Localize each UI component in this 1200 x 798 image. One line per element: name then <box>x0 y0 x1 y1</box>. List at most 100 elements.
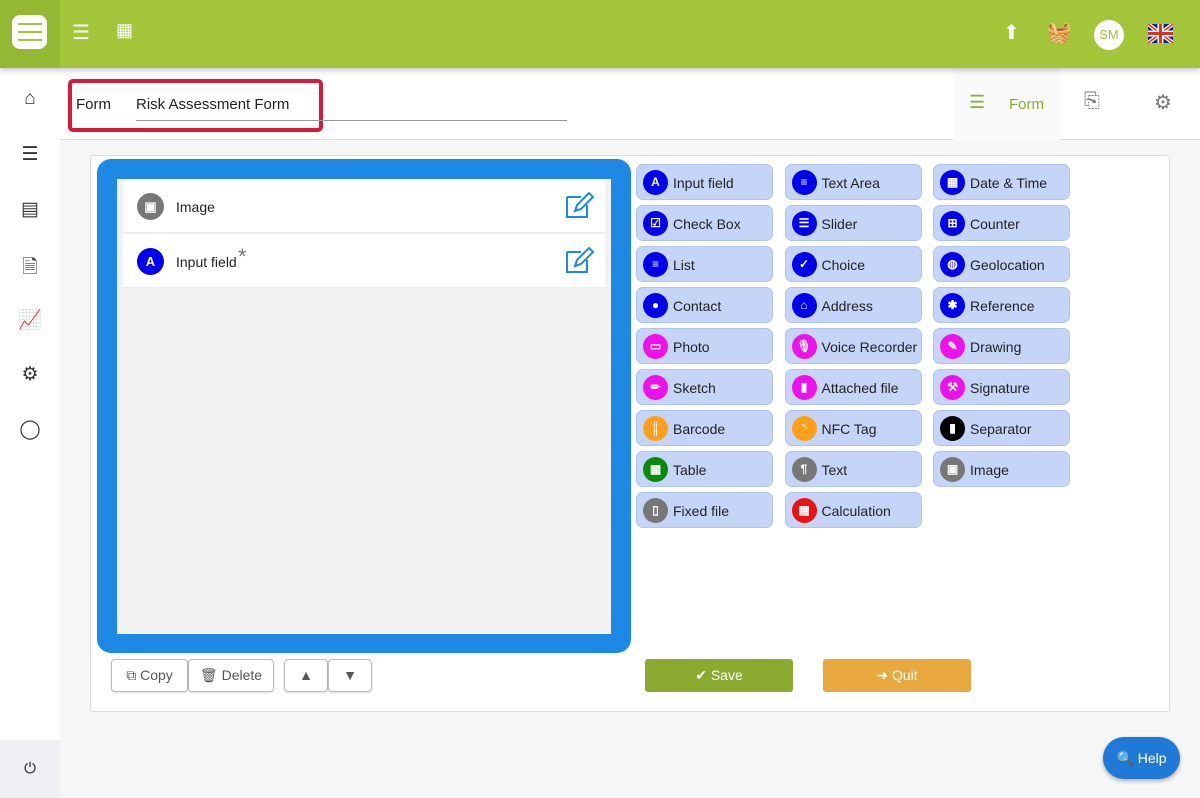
palette-item-image[interactable]: ▣ Image <box>933 451 1070 487</box>
palette-item-drawing[interactable]: ✎ Drawing <box>933 328 1070 364</box>
form-header: Form Risk Assessment Form ☰ Form ⎘ ⚙ <box>60 68 1200 140</box>
form-item-row[interactable]: ▣ Image <box>123 179 605 233</box>
form-items-list[interactable]: ▣ Image A Input field * <box>117 179 611 634</box>
basket-icon[interactable]: 🧺 <box>1047 20 1072 45</box>
home-icon[interactable]: ⌂ <box>18 88 42 112</box>
palette-item-check-box[interactable]: ☑ Check Box <box>636 205 773 241</box>
globe-icon: ◍ <box>940 252 965 277</box>
report-search-icon[interactable]: 🗎 <box>18 253 42 278</box>
palette-item-label: Contact <box>673 298 722 314</box>
delete-button[interactable]: 🗑 Delete <box>188 659 274 692</box>
palette-item-signature[interactable]: ⚒ Signature <box>933 369 1070 405</box>
upload-icon[interactable]: ⬆ <box>1003 20 1020 45</box>
edit-icon[interactable] <box>563 189 595 221</box>
barcode-icon: ║ <box>643 416 668 441</box>
form-label: Form <box>76 96 111 113</box>
palette-item-label: Text Area <box>821 175 880 191</box>
palette-item-counter[interactable]: ⊞ Counter <box>933 205 1070 241</box>
grid-icon[interactable]: ▦ <box>116 20 133 41</box>
edit-icon[interactable] <box>563 244 595 276</box>
paragraph-icon: ¶ <box>791 457 817 482</box>
file-outline-icon: ▯ <box>643 498 668 523</box>
palette-item-choice[interactable]: ✓ Choice <box>784 246 922 282</box>
palette-item-address[interactable]: ⌂ Address <box>784 287 922 323</box>
palette-item-label: Drawing <box>970 339 1022 355</box>
palette-item-label: Attached file <box>821 380 899 396</box>
help-button[interactable]: 🔍 Help <box>1103 737 1180 779</box>
list-icon: ☰ <box>969 92 986 112</box>
check-circle-icon: ✓ <box>791 252 817 277</box>
palette-item-label: Address <box>821 298 873 314</box>
form-item-row[interactable]: A Input field * <box>123 234 605 288</box>
palette-item-label: Photo <box>673 339 710 355</box>
palette-item-label: Fixed file <box>673 503 730 519</box>
check-icon: ✔ <box>695 667 707 683</box>
sliders-icon: ☰ <box>791 211 817 236</box>
table-icon: ▦ <box>643 457 668 482</box>
palette-item-voice-recorder[interactable]: 🎙 Voice Recorder <box>784 328 922 364</box>
palette-item-fixed-file[interactable]: ▯ Fixed file <box>636 492 773 528</box>
palette-item-sketch[interactable]: ✏ Sketch <box>636 369 773 405</box>
form-name-input[interactable]: Risk Assessment Form <box>136 96 567 121</box>
image-icon: ▣ <box>137 193 164 220</box>
palette-item-input-field[interactable]: A Input field <box>636 164 773 200</box>
checkbox-icon: ☑ <box>643 211 668 236</box>
list-icon[interactable]: ▤ <box>18 198 42 222</box>
copy-button[interactable]: ⧉ Copy <box>111 659 188 692</box>
palette-item-nfc-tag[interactable]: ◝ NFC Tag <box>784 410 922 446</box>
avatar[interactable]: SM <box>1094 20 1124 50</box>
menu-icon[interactable]: ☰ <box>72 20 90 45</box>
palette-item-label: Voice Recorder <box>821 339 918 355</box>
palette-item-table[interactable]: ▦ Table <box>636 451 773 487</box>
move-down-button[interactable]: ▼ <box>328 659 372 692</box>
palette-item-slider[interactable]: ☰ Slider <box>784 205 922 241</box>
uk-flag-icon[interactable] <box>1148 24 1173 43</box>
sidebar: ⌂ ☰ ▤ 🗎 📈 ⚙ ◯ ⏻ <box>0 68 60 798</box>
file-icon: ▮ <box>791 375 817 400</box>
form-item-label: Input field <box>176 254 237 270</box>
palette-item-label: NFC Tag <box>821 421 877 437</box>
palette-item-text[interactable]: ¶ Text <box>784 451 922 487</box>
photo-icon: ▭ <box>643 334 668 359</box>
palette-item-label: Choice <box>821 257 866 273</box>
form-editor: ▣ Image A Input field * A Input field ≡ Text Ar… <box>90 155 1170 712</box>
palette-item-label: Table <box>673 462 707 478</box>
letter-a-icon: A <box>137 248 164 275</box>
palette-item-calculation[interactable]: ▦ Calculation <box>784 492 922 528</box>
palette-item-label: Sketch <box>673 380 716 396</box>
quit-button[interactable]: ➜ Quit <box>823 659 971 692</box>
palette-item-attached-file[interactable]: ▮ Attached file <box>784 369 922 405</box>
palette-item-label: Geolocation <box>970 257 1045 273</box>
palette-item-date-time[interactable]: ▦ Date & Time <box>933 164 1070 200</box>
user-circle-icon[interactable]: ◯ <box>18 418 42 442</box>
rss-icon: ◝ <box>791 416 817 441</box>
sign-out-icon: ➜ <box>876 667 889 683</box>
palette-item-photo[interactable]: ▭ Photo <box>636 328 773 364</box>
palette-item-barcode[interactable]: ║ Barcode <box>636 410 773 446</box>
palette-item-text-area[interactable]: ≡ Text Area <box>784 164 922 200</box>
palette-item-label: Slider <box>821 216 858 232</box>
palette-item-geolocation[interactable]: ◍ Geolocation <box>933 246 1070 282</box>
palette-item-separator[interactable]: ▮ Separator <box>933 410 1070 446</box>
palette-item-reference[interactable]: ✱ Reference <box>933 287 1070 323</box>
power-icon[interactable]: ⏻ <box>0 740 60 798</box>
move-up-button[interactable]: ▲ <box>284 659 328 692</box>
calculator-icon: ▦ <box>791 498 817 523</box>
top-bar: ☰ ▦ ⬆ 🧺 SM <box>0 0 1200 68</box>
export-file-icon[interactable]: ⎘ <box>1084 90 1100 113</box>
palette-item-contact[interactable]: ● Contact <box>636 287 773 323</box>
tab-form[interactable]: ☰ Form <box>953 68 1060 140</box>
app-logo[interactable] <box>0 0 60 68</box>
palette-item-label: List <box>673 257 695 273</box>
save-button[interactable]: ✔ Save <box>645 659 793 692</box>
settings-icon[interactable]: ⚙ <box>1154 90 1172 115</box>
chart-icon[interactable]: 📈 <box>18 308 42 332</box>
pencil-icon: ✏ <box>643 375 668 400</box>
checklist-icon[interactable]: ☰ <box>18 143 42 167</box>
letter-a-icon: A <box>643 170 668 195</box>
settings-icon[interactable]: ⚙ <box>18 363 42 387</box>
microphone-icon: 🎙 <box>791 334 817 359</box>
gavel-icon: ⚒ <box>940 375 965 400</box>
palette-item-label: Barcode <box>673 421 726 437</box>
palette-item-list[interactable]: ≡ List <box>636 246 773 282</box>
